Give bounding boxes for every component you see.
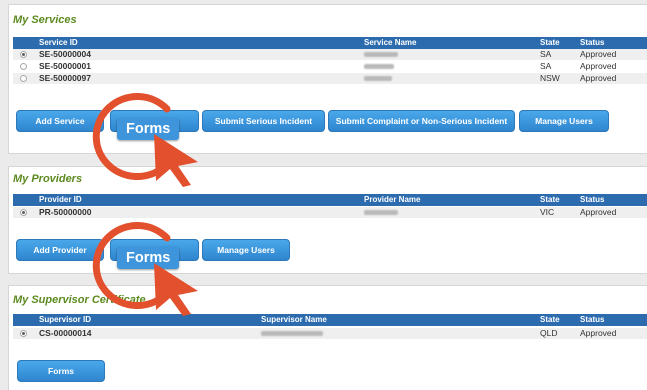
service-name-redacted [364, 73, 392, 84]
providers-panel: My Providers Provider ID Provider Name S… [8, 166, 647, 274]
submit-complaint-button[interactable]: Submit Complaint or Non-Serious Incident [328, 110, 515, 132]
forms-button-highlight[interactable]: Forms [117, 247, 180, 269]
service-status: Approved [580, 49, 617, 59]
col-supervisor-name: Supervisor Name [261, 315, 327, 324]
forms-button-highlight[interactable]: Forms [117, 118, 180, 140]
service-name-redacted [364, 61, 394, 72]
col-state: State [540, 195, 560, 204]
row-radio[interactable] [20, 63, 27, 70]
providers-title: My Providers [13, 173, 83, 185]
supervisor-status: Approved [580, 328, 617, 338]
col-status: Status [580, 38, 605, 47]
manage-users-button[interactable]: Manage Users [202, 239, 290, 261]
table-row[interactable]: SE-50000001 SA Approved [13, 61, 647, 72]
table-row[interactable]: SE-50000004 SA Approved [13, 49, 647, 60]
col-state: State [540, 38, 560, 47]
submit-serious-incident-button[interactable]: Submit Serious Incident [202, 110, 325, 132]
service-state: SA [540, 49, 552, 59]
service-status: Approved [580, 61, 617, 71]
services-panel: My Services Service ID Service Name Stat… [8, 4, 647, 154]
provider-name-redacted [364, 207, 398, 218]
table-row[interactable]: SE-50000097 NSW Approved [13, 73, 647, 84]
row-radio[interactable] [20, 209, 27, 216]
table-row[interactable]: CS-00000014 QLD Approved [13, 328, 647, 339]
add-provider-button[interactable]: Add Provider [16, 239, 104, 261]
service-id: SE-50000004 [39, 49, 91, 59]
col-service-id: Service ID [39, 38, 78, 47]
supervisor-id: CS-00000014 [39, 328, 92, 338]
col-provider-id: Provider ID [39, 195, 82, 204]
supervisor-panel: My Supervisor Certificate Supervisor ID … [8, 285, 647, 390]
supervisor-title: My Supervisor Certificate [13, 294, 146, 306]
supervisor-name-redacted [261, 328, 323, 339]
supervisor-table-header: Supervisor ID Supervisor Name State Stat… [13, 314, 647, 326]
service-state: SA [540, 61, 552, 71]
services-table-header: Service ID Service Name State Status [13, 37, 647, 49]
service-status: Approved [580, 73, 617, 83]
provider-status: Approved [580, 207, 617, 217]
col-status: Status [580, 315, 605, 324]
col-state: State [540, 315, 560, 324]
row-radio[interactable] [20, 51, 27, 58]
services-title: My Services [13, 14, 77, 26]
service-id: SE-50000001 [39, 61, 91, 71]
service-name-redacted [364, 49, 398, 60]
providers-table-header: Provider ID Provider Name State Status [13, 194, 647, 206]
page: { "services": { "title": "My Services", … [0, 0, 647, 390]
add-service-button[interactable]: Add Service [16, 110, 104, 132]
row-radio[interactable] [20, 75, 27, 82]
col-supervisor-id: Supervisor ID [39, 315, 92, 324]
forms-button[interactable]: Forms [17, 360, 105, 382]
col-service-name: Service Name [364, 38, 417, 47]
service-state: NSW [540, 73, 560, 83]
col-status: Status [580, 195, 605, 204]
table-row[interactable]: PR-50000000 VIC Approved [13, 207, 647, 218]
supervisor-state: QLD [540, 328, 558, 338]
provider-state: VIC [540, 207, 555, 217]
manage-users-button[interactable]: Manage Users [519, 110, 609, 132]
provider-id: PR-50000000 [39, 207, 92, 217]
service-id: SE-50000097 [39, 73, 91, 83]
row-radio[interactable] [20, 330, 27, 337]
col-provider-name: Provider Name [364, 195, 421, 204]
